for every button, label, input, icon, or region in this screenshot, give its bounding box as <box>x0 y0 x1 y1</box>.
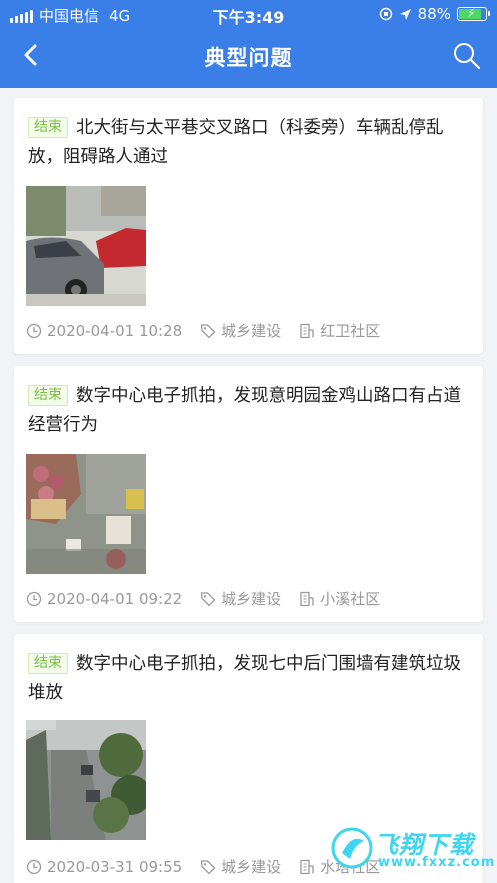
status-tag: 结束 <box>28 653 68 674</box>
tag-icon <box>200 591 216 606</box>
issue-time: 2020-04-01 10:28 <box>47 321 183 340</box>
issue-photo[interactable] <box>26 186 146 306</box>
issue-card[interactable]: 结束 北大街与太平巷交叉路口（科委旁）车辆乱停乱放，阻碍路人通过 2020-04-… <box>14 98 483 354</box>
location-icon <box>399 8 411 20</box>
page-title: 典型问题 <box>204 46 293 70</box>
clock-icon <box>26 323 42 338</box>
issue-photo[interactable] <box>26 720 146 840</box>
battery-percent: 88% <box>417 5 451 23</box>
issue-category: 城乡建设 <box>221 322 282 340</box>
clock-icon <box>26 591 42 606</box>
search-icon[interactable] <box>451 40 483 72</box>
status-tag: 结束 <box>28 385 68 406</box>
issue-category: 城乡建设 <box>221 858 282 876</box>
clock-icon <box>26 859 42 874</box>
battery-icon: ⚡ <box>457 6 490 21</box>
issue-time: 2020-03-31 09:55 <box>47 857 183 876</box>
tag-icon <box>200 323 216 338</box>
issue-card[interactable]: 结束 数字中心电子抓拍，发现意明园金鸡山路口有占道经营行为 2020-04-01 … <box>14 366 483 622</box>
issue-photo[interactable] <box>26 454 146 574</box>
issue-community: 小溪社区 <box>320 590 381 608</box>
status-bar: 中国电信 4G 下午3:49 88% ⚡ <box>0 0 497 30</box>
issue-title: 数字中心电子抓拍，发现七中后门围墙有建筑垃圾堆放 <box>28 654 461 703</box>
issue-category: 城乡建设 <box>221 590 282 608</box>
issue-title: 北大街与太平巷交叉路口（科委旁）车辆乱停乱放，阻碍路人通过 <box>28 118 444 167</box>
building-icon <box>300 859 314 874</box>
issue-community: 红卫社区 <box>320 322 381 340</box>
issue-title: 数字中心电子抓拍，发现意明园金鸡山路口有占道经营行为 <box>28 386 461 435</box>
header: 中国电信 4G 下午3:49 88% ⚡ 典型问题 <box>0 0 497 88</box>
watermark-url: www.fxxz.com <box>378 855 496 870</box>
orientation-lock-icon <box>379 7 392 21</box>
watermark-logo-icon <box>331 827 373 869</box>
tag-icon <box>200 859 216 874</box>
building-icon <box>300 591 314 606</box>
status-tag: 结束 <box>28 117 68 138</box>
building-icon <box>300 323 314 338</box>
watermark: 飞翔下载 www.fxxz.com <box>330 825 494 875</box>
nav-bar: 典型问题 <box>0 30 497 82</box>
issue-time: 2020-04-01 09:22 <box>47 589 183 608</box>
